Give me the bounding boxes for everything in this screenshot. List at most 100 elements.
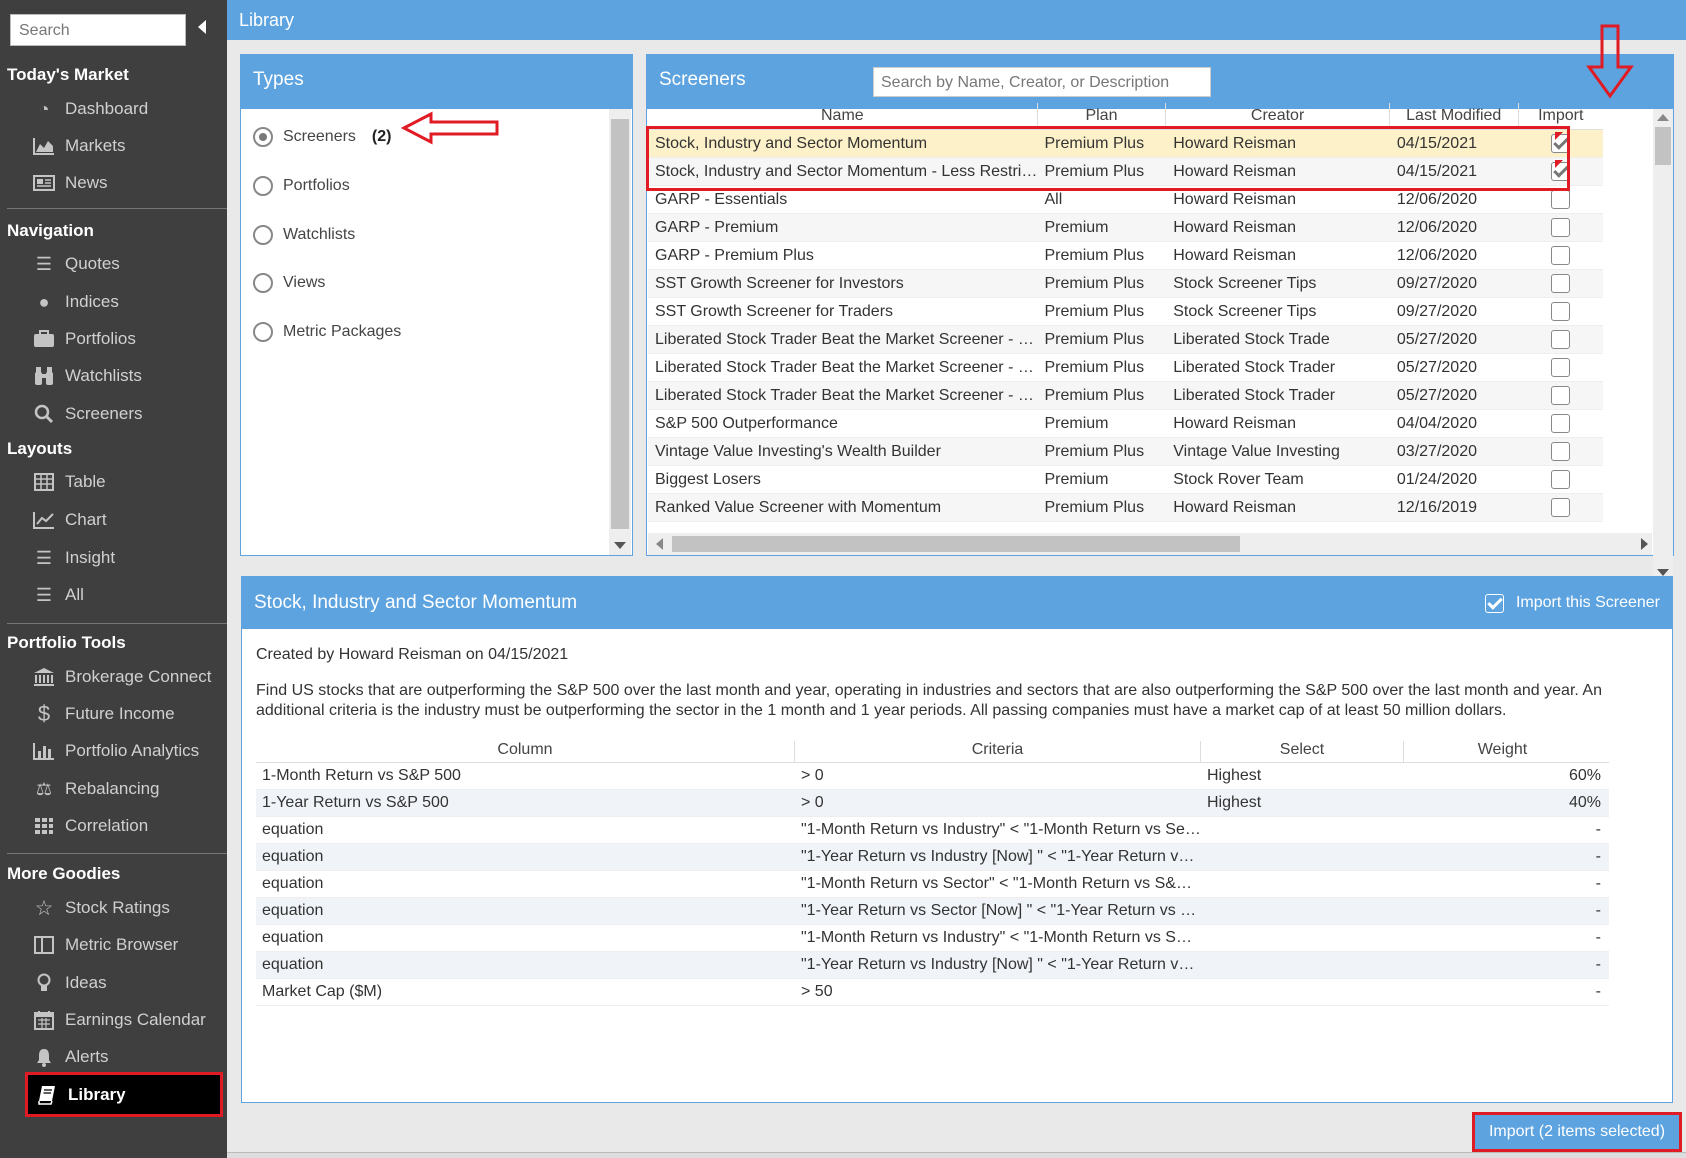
types-title: Types bbox=[241, 55, 632, 109]
sidebar-item-portfolios[interactable]: Portfolios bbox=[32, 326, 136, 352]
screeners-vscrollbar[interactable] bbox=[1653, 109, 1673, 579]
sidebar-item-rebalancing[interactable]: ⚖ Rebalancing bbox=[32, 776, 160, 802]
type-option-portfolios[interactable]: Portfolios bbox=[253, 174, 350, 198]
sidebar-item-brokerage-connect[interactable]: Brokerage Connect bbox=[32, 664, 211, 690]
sidebar-item-screeners[interactable]: Screeners bbox=[32, 401, 142, 427]
scrollbar-thumb[interactable] bbox=[672, 536, 1240, 552]
sidebar-item-stock-ratings[interactable]: ☆ Stock Ratings bbox=[32, 895, 170, 921]
column-header-name[interactable]: Name bbox=[648, 103, 1038, 127]
sidebar-item-label: Portfolios bbox=[65, 329, 136, 348]
table-row[interactable]: GARP - Premium Premium Howard Reisman 12/06… bbox=[648, 214, 1603, 242]
divider bbox=[7, 208, 227, 209]
sidebar-search-input[interactable]: Search bbox=[10, 14, 186, 46]
column-header-last-modified[interactable]: Last Modified bbox=[1390, 103, 1519, 127]
sidebar-item-insight[interactable]: ☰ Insight bbox=[32, 545, 115, 571]
table-row[interactable]: S&P 500 Outperformance Premium Howard Reis… bbox=[648, 410, 1603, 438]
creator-cell: Stock Rover Team bbox=[1173, 470, 1304, 488]
sidebar-item-correlation[interactable]: Correlation bbox=[32, 813, 148, 839]
sidebar-item-quotes[interactable]: ☰ Quotes bbox=[32, 251, 120, 277]
import-checkbox[interactable] bbox=[1551, 330, 1571, 349]
sidebar-item-alerts[interactable]: Alerts bbox=[32, 1044, 108, 1070]
scroll-right-icon[interactable] bbox=[1641, 538, 1648, 550]
sidebar-item-label: Portfolio Analytics bbox=[65, 741, 200, 760]
sidebar-item-indices[interactable]: ● Indices bbox=[32, 289, 119, 315]
bottom-panel-edge bbox=[227, 1152, 1686, 1158]
sidebar-item-dashboard[interactable]: ◔ Dashboard bbox=[32, 96, 149, 122]
sidebar-item-earnings-calendar[interactable]: Earnings Calendar bbox=[32, 1007, 206, 1033]
scrollbar-thumb[interactable] bbox=[1655, 127, 1671, 165]
import-checkbox[interactable] bbox=[1551, 386, 1571, 405]
type-option-watchlists[interactable]: Watchlists bbox=[253, 223, 355, 247]
import-checkbox[interactable] bbox=[1551, 442, 1571, 461]
type-option-metric-packages[interactable]: Metric Packages bbox=[253, 320, 401, 344]
type-option-screeners[interactable]: Screeners (2) bbox=[253, 125, 391, 149]
plan-cell: Premium bbox=[1044, 414, 1109, 432]
import-checkbox[interactable] bbox=[1551, 218, 1571, 237]
import-checkbox[interactable] bbox=[1551, 274, 1571, 293]
import-checkbox[interactable] bbox=[1551, 190, 1571, 209]
criteria-column-cell: equation bbox=[262, 821, 324, 838]
import-checkbox[interactable] bbox=[1551, 498, 1571, 517]
table-row[interactable]: Ranked Value Screener with Momentum Premi… bbox=[648, 494, 1603, 522]
sidebar-item-library[interactable]: Library bbox=[25, 1072, 223, 1117]
weight-cell: - bbox=[1595, 875, 1601, 892]
criteria-cell: "1-Year Return vs Industry [Now] " < "1-… bbox=[801, 848, 1201, 865]
radio-icon bbox=[253, 225, 273, 245]
import-checkbox[interactable] bbox=[1551, 246, 1571, 265]
column-header-plan[interactable]: Plan bbox=[1038, 103, 1167, 127]
import-checkbox[interactable] bbox=[1551, 302, 1571, 321]
import-checkbox[interactable] bbox=[1551, 358, 1571, 377]
sidebar-item-label: Alerts bbox=[65, 1047, 109, 1066]
screeners-hscrollbar[interactable] bbox=[648, 533, 1652, 555]
creator-cell: Liberated Stock Trader bbox=[1173, 386, 1336, 404]
import-this-screener-toggle[interactable]: Import this Screener bbox=[1484, 592, 1660, 614]
table-row[interactable]: Liberated Stock Trader Beat the Market S… bbox=[648, 382, 1603, 410]
collapse-sidebar-icon[interactable] bbox=[198, 20, 206, 34]
section-todays-market: Today's Market bbox=[7, 65, 129, 84]
import-checkbox[interactable] bbox=[1551, 414, 1571, 433]
table-row[interactable]: Biggest Losers Premium Stock Rover Team 01/… bbox=[648, 466, 1603, 494]
sidebar-item-news[interactable]: News bbox=[32, 170, 108, 196]
scrollbar-thumb[interactable] bbox=[611, 119, 629, 529]
scroll-up-icon[interactable] bbox=[1657, 114, 1669, 121]
type-option-views[interactable]: Views bbox=[253, 271, 325, 295]
table-row[interactable]: SST Growth Screener for Traders Premium P… bbox=[648, 298, 1603, 326]
table-body: 1-Month Return vs S&P 500 > 0 Highest 60% 1-… bbox=[256, 763, 1609, 1006]
sidebar-item-metric-browser[interactable]: Metric Browser bbox=[32, 932, 178, 958]
screener-name-cell: SST Growth Screener for Investors bbox=[655, 274, 904, 292]
sidebar-item-future-income[interactable]: $ Future Income bbox=[32, 701, 175, 727]
sidebar-item-ideas[interactable]: Ideas bbox=[32, 970, 107, 996]
sidebar-item-markets[interactable]: Markets bbox=[32, 133, 125, 159]
table-row[interactable]: SST Growth Screener for Investors Premium… bbox=[648, 270, 1603, 298]
table-row[interactable]: GARP - Premium Plus Premium Plus Howard Re… bbox=[648, 242, 1603, 270]
screener-name-cell: Liberated Stock Trader Beat the Market S… bbox=[655, 358, 1038, 376]
scroll-left-icon[interactable] bbox=[656, 538, 663, 550]
bell-icon bbox=[32, 1046, 56, 1068]
column-header-creator[interactable]: Creator bbox=[1166, 103, 1390, 127]
sidebar-item-all[interactable]: ☰ All bbox=[32, 582, 84, 608]
sidebar-item-chart[interactable]: Chart bbox=[32, 507, 107, 533]
sidebar-item-watchlists[interactable]: Watchlists bbox=[32, 363, 142, 389]
criteria-table: Column Criteria Select Weight 1-Month Re… bbox=[256, 737, 1609, 1006]
criteria-column-cell: 1-Month Return vs S&P 500 bbox=[262, 767, 461, 784]
sidebar-item-label: Correlation bbox=[65, 816, 149, 835]
book-icon bbox=[35, 1084, 59, 1106]
table-row[interactable]: Vintage Value Investing's Wealth Builder… bbox=[648, 438, 1603, 466]
calendar-icon bbox=[32, 1009, 56, 1031]
sidebar-item-table[interactable]: Table bbox=[32, 469, 106, 495]
section-portfolio-tools: Portfolio Tools bbox=[7, 633, 126, 652]
radio-icon bbox=[253, 176, 273, 196]
column-header-import[interactable]: Import bbox=[1519, 103, 1603, 127]
indent-list-icon: ☰ bbox=[35, 584, 53, 605]
checkbox-checked-icon[interactable] bbox=[1484, 593, 1504, 613]
import-selected-button[interactable]: Import (2 items selected) bbox=[1472, 1112, 1682, 1152]
table-row[interactable]: Liberated Stock Trader Beat the Market S… bbox=[648, 326, 1603, 354]
screener-search-input[interactable]: Search by Name, Creator, or Description bbox=[873, 67, 1211, 97]
types-scrollbar[interactable] bbox=[609, 109, 631, 555]
sidebar-item-portfolio-analytics[interactable]: Portfolio Analytics bbox=[32, 738, 199, 764]
scroll-down-icon[interactable] bbox=[1657, 569, 1669, 576]
import-checkbox[interactable] bbox=[1551, 470, 1571, 489]
plan-cell: Premium Plus bbox=[1044, 386, 1145, 404]
table-row[interactable]: Liberated Stock Trader Beat the Market S… bbox=[648, 354, 1603, 382]
scroll-down-icon[interactable] bbox=[614, 542, 626, 549]
